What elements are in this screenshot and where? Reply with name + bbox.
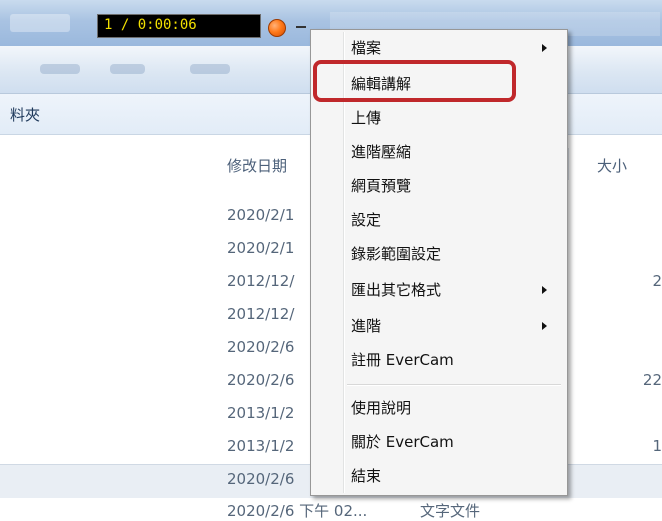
submenu-arrow-icon	[542, 44, 547, 52]
row-date[interactable]: 2020/2/6	[227, 470, 294, 488]
row-date[interactable]: 2012/12/	[227, 272, 294, 290]
menu-item-exit[interactable]: 結束	[351, 461, 561, 491]
menu-item-advanced[interactable]: 進階	[351, 311, 561, 341]
row-date[interactable]: 2012/12/	[227, 305, 294, 323]
menu-item-web-preview[interactable]: 網頁預覽	[351, 171, 561, 201]
menu-item-recording-area[interactable]: 錄影範圍設定	[351, 239, 561, 269]
column-header-size[interactable]: 大小	[597, 155, 627, 176]
row-date[interactable]: 2013/1/2	[227, 404, 294, 422]
menu-item-label: 註冊 EverCam	[351, 351, 454, 369]
bottom-row-date[interactable]: 2020/2/6 下午 02...	[227, 500, 367, 521]
toolbar-item[interactable]	[110, 64, 145, 74]
menu-item-label: 匯出其它格式	[351, 281, 442, 299]
menu-item-label: 進階壓縮	[351, 143, 412, 161]
menu-item-label: 使用說明	[351, 399, 412, 417]
menu-item-label: 上傳	[351, 109, 382, 127]
menu-item-register[interactable]: 註冊 EverCam	[351, 345, 561, 375]
menu-item-label: 設定	[351, 211, 382, 229]
row-size: 22	[642, 371, 662, 389]
menu-separator-highlight	[347, 385, 561, 386]
menu-item-label: 錄影範圍設定	[351, 245, 442, 263]
record-button-icon[interactable]	[268, 19, 286, 37]
toolbar-item[interactable]	[190, 64, 230, 74]
highlight-annotation	[313, 60, 516, 102]
bottom-row-type: 文字文件	[420, 502, 481, 520]
toolbar-item[interactable]	[40, 64, 80, 74]
row-date[interactable]: 2020/2/1	[227, 239, 294, 257]
menu-item-settings[interactable]: 設定	[351, 205, 561, 235]
column-header-modified[interactable]: 修改日期	[227, 155, 287, 176]
submenu-arrow-icon	[542, 322, 547, 330]
blurred-title	[10, 14, 70, 32]
folder-label: 料夾	[10, 106, 41, 124]
timer-text: 1 / 0:00:06	[104, 17, 197, 33]
column-separator[interactable]	[568, 148, 569, 180]
row-date[interactable]: 2020/2/1	[227, 206, 294, 224]
menu-item-label: 結束	[351, 467, 382, 485]
row-size: 2	[652, 272, 662, 290]
menu-item-label: 關於 EverCam	[351, 433, 454, 451]
menu-item-label: 網頁預覽	[351, 177, 412, 195]
submenu-arrow-icon	[542, 286, 547, 294]
row-date[interactable]: 2020/2/6	[227, 338, 294, 356]
menu-item-advanced-compress[interactable]: 進階壓縮	[351, 137, 561, 167]
row-date[interactable]: 2013/1/2	[227, 437, 294, 455]
menu-item-help[interactable]: 使用說明	[351, 393, 561, 423]
recording-timer: 1 / 0:00:06	[97, 14, 261, 38]
menu-item-file[interactable]: 檔案	[351, 33, 561, 63]
menu-item-label: 檔案	[351, 39, 382, 57]
menu-dropdown-icon[interactable]	[296, 26, 306, 28]
menu-item-about[interactable]: 關於 EverCam	[351, 427, 561, 457]
menu-item-export-formats[interactable]: 匯出其它格式	[351, 275, 561, 305]
menu-item-upload[interactable]: 上傳	[351, 103, 561, 133]
row-size: 1	[652, 437, 662, 455]
menu-item-label: 進階	[351, 317, 382, 335]
row-date[interactable]: 2020/2/6	[227, 371, 294, 389]
